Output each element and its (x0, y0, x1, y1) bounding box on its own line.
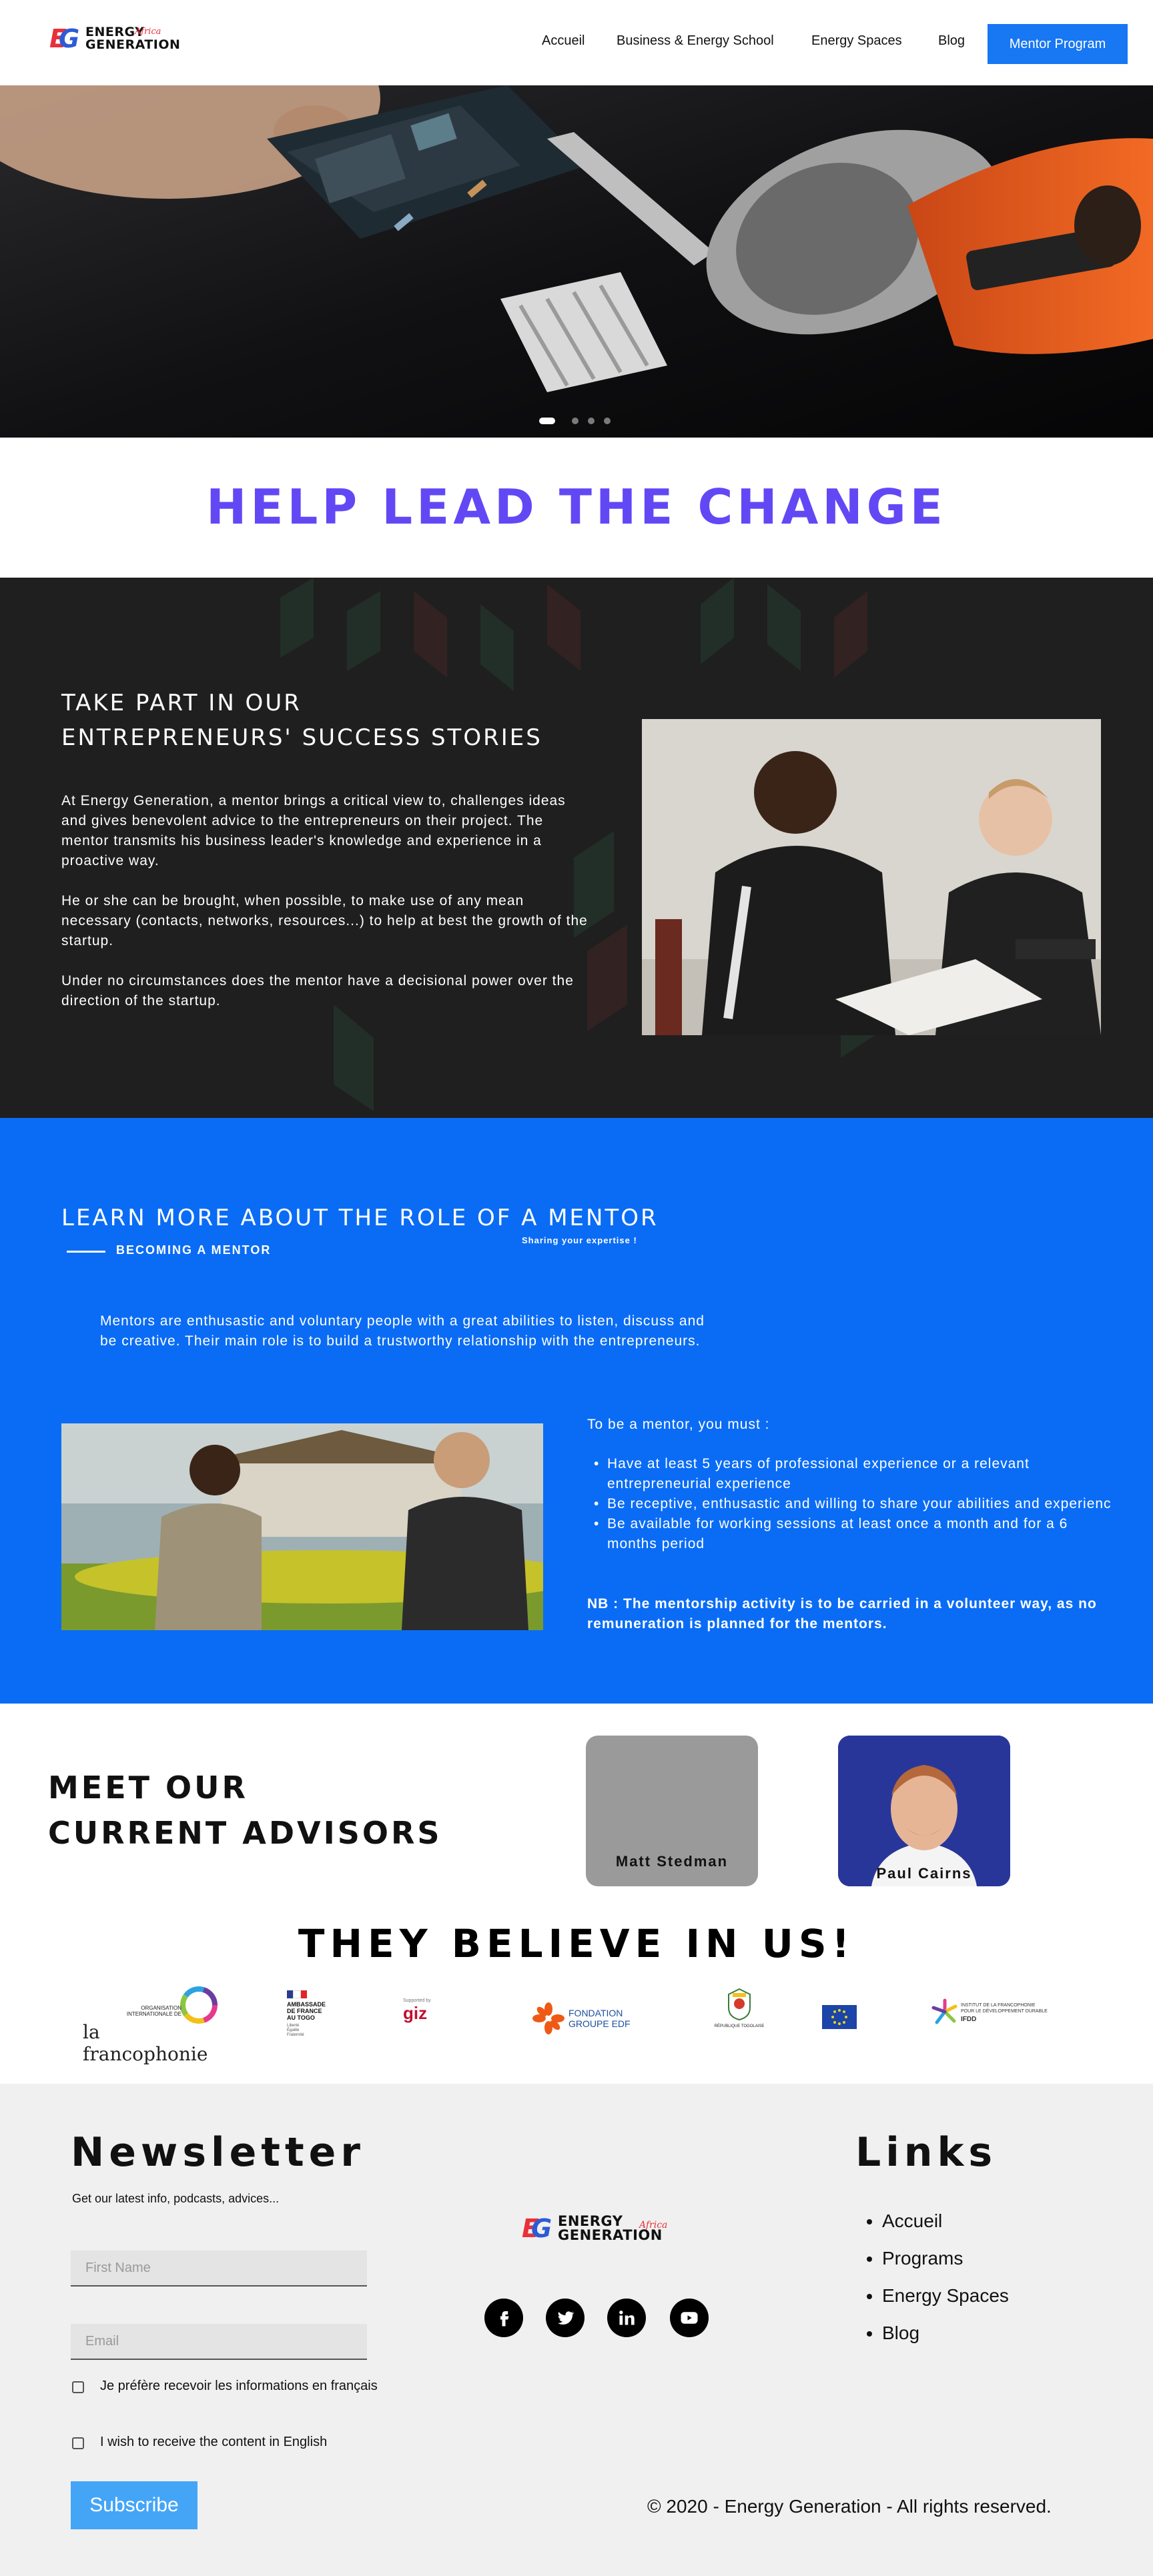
partner-logo-ambassade[interactable]: AMBASSADE DE FRANCE AU TOGO Liberté Égal… (287, 1990, 340, 2044)
partner-logo-eu[interactable] (822, 2005, 857, 2029)
header-logo[interactable]: EG ENERGY GENERATION Africa (49, 25, 180, 52)
hero-slider (0, 85, 1153, 438)
stories-section: TAKE PART IN OUR ENTREPRENEURS' SUCCESS … (0, 578, 1153, 1118)
mentoring-photo (642, 719, 1101, 1035)
edf-name: FONDATION GROUPE EDF (568, 2008, 631, 2029)
site-header: EG ENERGY GENERATION Africa Accueil Busi… (0, 0, 1153, 85)
footer-links-list: Accueil Programs Energy Spaces Blog (861, 2202, 1009, 2352)
advisor-card-matt-stedman[interactable]: Matt Stedman (586, 1736, 758, 1886)
opt-english-label: I wish to receive the content in English (100, 2435, 328, 2449)
logo-mark-icon: EG (522, 2214, 552, 2243)
francophonie-small: ORGANISATION INTERNATIONALE DE (126, 2005, 181, 2017)
twitter-icon[interactable] (546, 2299, 585, 2337)
nav-energy-spaces[interactable]: Energy Spaces (811, 33, 902, 49)
togo-coat-of-arms-icon (728, 1988, 751, 2021)
ifdd-star-icon (931, 1998, 957, 2024)
footer-link-blog[interactable]: Blog (882, 2315, 1009, 2352)
edf-flower-icon (532, 2002, 564, 2034)
partners-title: THEY BELIEVE IN US! (298, 1921, 855, 1966)
stories-title: TAKE PART IN OUR ENTREPRENEURS' SUCCESS … (61, 686, 542, 755)
role-tagline: Sharing your expertise ! (522, 1235, 637, 1245)
requirement-item: • Have at least 5 years of professional e… (594, 1456, 1030, 1491)
stories-paragraph-1: At Energy Generation, a mentor brings a … (61, 793, 566, 868)
logo-mark-icon: EG (49, 24, 80, 53)
help-lead-title: HELP LEAD THE CHANGE (206, 479, 947, 535)
partner-logo-giz[interactable]: Supported by giz (403, 1998, 476, 2038)
footer-link-accueil[interactable]: Accueil (882, 2202, 1009, 2240)
requirement-item: • Be available for working sessions at le… (594, 1516, 1068, 1551)
advisors-title-line-1: MEET OUR (48, 1770, 248, 1806)
role-subtitle: BECOMING A MENTOR (116, 1243, 272, 1257)
partner-logo-togo[interactable]: RÉPUBLIQUE TOGOLAISE (714, 1988, 765, 2054)
opt-french-label: Je préfère recevoir les informations en … (100, 2379, 378, 2393)
francophonie-name: la francophonie (83, 2021, 208, 2065)
requirements-list: • Have at least 5 years of professional e… (587, 1454, 1121, 1554)
nav-blog[interactable]: Blog (938, 33, 965, 49)
subscribe-button[interactable]: Subscribe (71, 2481, 198, 2529)
logo-line-2: GENERATION (558, 2227, 663, 2243)
youtube-icon[interactable] (670, 2299, 709, 2337)
ambassade-motto: Liberté Égalité Fraternité (287, 2024, 304, 2037)
email-placeholder: Email (85, 2333, 119, 2349)
stories-title-line-2: ENTREPRENEURS' SUCCESS STORIES (61, 724, 542, 751)
email-field[interactable]: Email (71, 2324, 367, 2360)
footer-logo[interactable]: EG ENERGY GENERATION Africa (522, 2214, 667, 2243)
giz-name: giz (403, 2003, 428, 2023)
partner-logo-edf[interactable]: FONDATION GROUPE EDF (532, 2001, 639, 2038)
stories-title-line-1: TAKE PART IN OUR (61, 690, 302, 716)
role-intro: Mentors are enthusastic and voluntary pe… (100, 1313, 705, 1349)
links-title: Links (855, 2129, 998, 2176)
role-title: LEARN MORE ABOUT THE ROLE OF A MENTOR (61, 1205, 659, 1231)
francophonie-ring-icon (180, 1986, 218, 2024)
advisor-name: Matt Stedman (615, 1853, 729, 1870)
advisor-name: Paul Cairns (876, 1865, 972, 1882)
french-flag-icon (287, 1990, 307, 1998)
ifdd-short: IFDD (961, 2016, 977, 2023)
advisors-title: MEET OUR CURRENT ADVISORS (48, 1765, 442, 1856)
first-name-placeholder: First Name (85, 2260, 151, 2275)
togo-text: RÉPUBLIQUE TOGOLAISE (714, 2024, 765, 2028)
giz-supported: Supported by (403, 1998, 431, 2003)
facebook-icon[interactable] (484, 2299, 523, 2337)
stories-paragraph-2: He or she can be brought, when possible,… (61, 893, 588, 948)
nav-business-energy-school[interactable]: Business & Energy School (617, 33, 774, 49)
subtitle-divider (67, 1251, 105, 1253)
newsletter-title: Newsletter (71, 2129, 365, 2176)
nav-accueil[interactable]: Accueil (542, 33, 585, 49)
first-name-field[interactable]: First Name (71, 2250, 367, 2287)
requirement-item: • Be receptive, enthusastic and willing t… (594, 1496, 1112, 1511)
partner-logo-francophonie[interactable]: ORGANISATION INTERNATIONALE DE la franco… (83, 1985, 223, 2065)
stories-paragraph-3: Under no circumstances does the mentor h… (61, 973, 574, 1009)
eu-stars-icon (831, 2009, 847, 2025)
logo-tagline: Africa (135, 27, 161, 37)
copyright-text: © 2020 - Energy Generation - All rights … (647, 2496, 1052, 2517)
linkedin-icon[interactable] (607, 2299, 646, 2337)
mentor-role-section: LEARN MORE ABOUT THE ROLE OF A MENTOR BE… (0, 1118, 1153, 1704)
ifdd-text: INSTITUT DE LA FRANCOPHONIE POUR LE DÉVE… (961, 2003, 1048, 2014)
mentor-program-button[interactable]: Mentor Program (988, 24, 1128, 64)
partner-logo-ifdd[interactable]: INSTITUT DE LA FRANCOPHONIE POUR LE DÉVE… (931, 1998, 1065, 2036)
opt-english-checkbox[interactable] (72, 2437, 84, 2449)
logo-tagline: Africa (639, 2220, 668, 2230)
footer-link-programs[interactable]: Programs (882, 2240, 1009, 2277)
newsletter-subtitle: Get our latest info, podcasts, advices..… (72, 2192, 280, 2205)
requirements-title: To be a mentor, you must : (587, 1417, 770, 1432)
hero-image (0, 85, 1153, 438)
mentors-outdoor-photo (61, 1423, 543, 1630)
advisor-photo (838, 1736, 1010, 1886)
advisor-card-paul-cairns[interactable]: Paul Cairns (838, 1736, 1010, 1886)
opt-french-checkbox[interactable] (72, 2381, 84, 2393)
role-nb-note: NB : The mentorship activity is to be ca… (587, 1596, 1097, 1632)
advisors-title-line-2: CURRENT ADVISORS (48, 1815, 442, 1851)
logo-line-2: GENERATION (85, 37, 181, 52)
ambassade-text: AMBASSADE DE FRANCE AU TOGO (287, 2001, 326, 2021)
footer-link-energy-spaces[interactable]: Energy Spaces (882, 2277, 1009, 2315)
